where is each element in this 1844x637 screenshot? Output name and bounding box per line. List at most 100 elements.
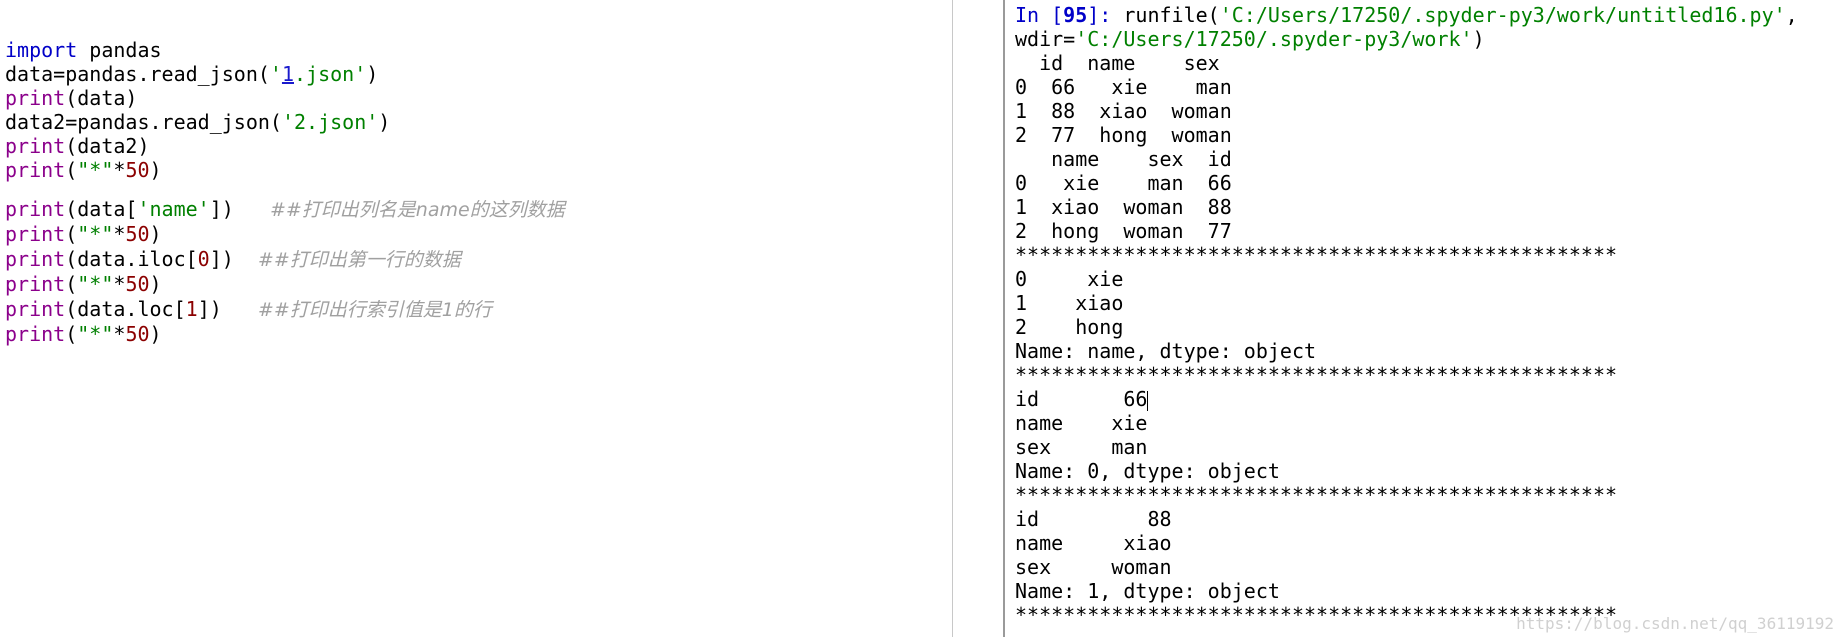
run-call: runfile( — [1123, 3, 1220, 27]
code-text: ]) — [197, 297, 222, 321]
prompt-close: ]: — [1087, 3, 1124, 27]
text-cursor — [1147, 390, 1149, 411]
output-line: id 88 — [1015, 507, 1172, 531]
code-editor[interactable]: import pandas data=pandas.read_json('1.j… — [0, 0, 952, 637]
code-comment: ##打印出行索引值是1的行 — [257, 299, 492, 321]
builtin: print — [5, 322, 66, 346]
string-literal: "*" — [77, 322, 114, 346]
string-literal: ' — [269, 62, 282, 86]
keyword: import — [5, 38, 78, 62]
code-text: ) — [366, 62, 379, 86]
number-literal: 0 — [197, 247, 210, 271]
string-literal: .json' — [294, 62, 367, 86]
code-line-8: print(data['name']) ##打印出列名是name的这列数据 — [5, 196, 565, 222]
code-line-11: print("*"*50) — [5, 272, 565, 296]
code-text: ) — [149, 158, 162, 182]
builtin: print — [5, 222, 66, 246]
code-text: (data[ — [65, 197, 138, 221]
builtin: print — [5, 86, 66, 110]
output-line: 0 xie — [1015, 267, 1124, 291]
prompt-in: In [ — [1015, 3, 1064, 27]
builtin: print — [5, 297, 66, 321]
builtin: print — [5, 134, 66, 158]
code-text: ( — [65, 322, 78, 346]
watermark: https://blog.csdn.net/qq_36119192 — [1516, 614, 1834, 633]
code-line-6: print("*"*50) — [5, 158, 565, 182]
output-line: 0 xie man 66 — [1015, 171, 1232, 195]
code-comment: ##打印出第一行的数据 — [257, 249, 461, 271]
output-line: id name sex — [1015, 51, 1220, 75]
code-line-4: data2=pandas.read_json('2.json') — [5, 110, 565, 134]
output-line: ****************************************… — [1015, 363, 1618, 387]
code-text: ( — [65, 222, 78, 246]
output-line: 2 hong woman 77 — [1015, 219, 1232, 243]
output-line: Name: 0, dtype: object — [1015, 459, 1280, 483]
output-line: 1 xiao woman 88 — [1015, 195, 1232, 219]
code-line-9: print("*"*50) — [5, 222, 565, 246]
output-line: name xiao — [1015, 531, 1172, 555]
output-text: id 66 — [1015, 387, 1148, 411]
output-line: sex man — [1015, 435, 1148, 459]
output-line: 0 66 xie man — [1015, 75, 1232, 99]
code-text: * — [113, 322, 126, 346]
output-line: Name: name, dtype: object — [1015, 339, 1317, 363]
string-literal: 'name' — [137, 197, 210, 221]
wdir-value: 'C:/Users/17250/.spyder-py3/work' — [1075, 27, 1473, 51]
number-literal: 1 — [185, 297, 198, 321]
editor-lines: import pandas data=pandas.read_json('1.j… — [5, 38, 565, 346]
string-literal: "*" — [77, 272, 114, 296]
code-text: * — [113, 222, 126, 246]
wdir-key: wdir= — [1015, 27, 1076, 51]
number-literal: 50 — [125, 272, 150, 296]
prompt-number: 95 — [1063, 3, 1088, 27]
code-line-10: print(data.iloc[0]) ##打印出第一行的数据 — [5, 246, 565, 272]
code-text: ) — [149, 222, 162, 246]
wdir-close: ) — [1472, 27, 1485, 51]
output-line: ****************************************… — [1015, 483, 1618, 507]
code-text: ( — [65, 272, 78, 296]
ipython-console[interactable]: In [95]: runfile('C:/Users/17250/.spyder… — [1005, 0, 1844, 637]
run-sep: , — [1785, 3, 1798, 27]
builtin: print — [5, 197, 66, 221]
code-text: pandas — [77, 38, 162, 62]
builtin: print — [5, 158, 66, 182]
code-line-2: data=pandas.read_json('1.json') — [5, 62, 565, 86]
output-line: 2 hong — [1015, 315, 1124, 339]
number-literal-link[interactable]: 1 — [282, 62, 294, 86]
code-line-3: print(data) — [5, 86, 565, 110]
code-comment: ##打印出列名是name的这列数据 — [269, 199, 565, 221]
output-line: 2 77 hong woman — [1015, 123, 1232, 147]
code-text: * — [113, 158, 126, 182]
code-text: (data2) — [65, 134, 150, 158]
number-literal: 50 — [125, 322, 150, 346]
code-text: ( — [65, 158, 78, 182]
output-line: 1 88 xiao woman — [1015, 99, 1232, 123]
code-text: (data) — [65, 86, 138, 110]
output-line: sex woman — [1015, 555, 1172, 579]
code-line-1: import pandas — [5, 38, 565, 62]
console-prompt-line: In [95]: runfile('C:/Users/17250/.spyder… — [1015, 3, 1798, 27]
builtin: print — [5, 247, 66, 271]
code-text: * — [113, 272, 126, 296]
output-line-cursor: id 66 — [1015, 387, 1798, 411]
number-literal: 50 — [125, 222, 150, 246]
run-path: 'C:/Users/17250/.spyder-py3/work/untitle… — [1219, 3, 1786, 27]
string-literal: "*" — [77, 222, 114, 246]
code-line-5: print(data2) — [5, 134, 565, 158]
output-line: Name: 1, dtype: object — [1015, 579, 1280, 603]
console-wdir-line: wdir='C:/Users/17250/.spyder-py3/work') — [1015, 27, 1798, 51]
code-text: data2=pandas.read_json( — [5, 110, 282, 134]
code-text: (data.loc[ — [65, 297, 186, 321]
builtin: print — [5, 272, 66, 296]
code-text: ]) — [209, 197, 234, 221]
output-line: ****************************************… — [1015, 243, 1618, 267]
code-text: data=pandas.read_json( — [5, 62, 270, 86]
code-text: ) — [378, 110, 391, 134]
number-literal: 50 — [125, 158, 150, 182]
console-output: In [95]: runfile('C:/Users/17250/.spyder… — [1015, 3, 1798, 627]
code-text: ) — [149, 272, 162, 296]
code-text: (data.iloc[ — [65, 247, 198, 271]
output-line: 1 xiao — [1015, 291, 1124, 315]
output-line: name sex id — [1015, 147, 1232, 171]
